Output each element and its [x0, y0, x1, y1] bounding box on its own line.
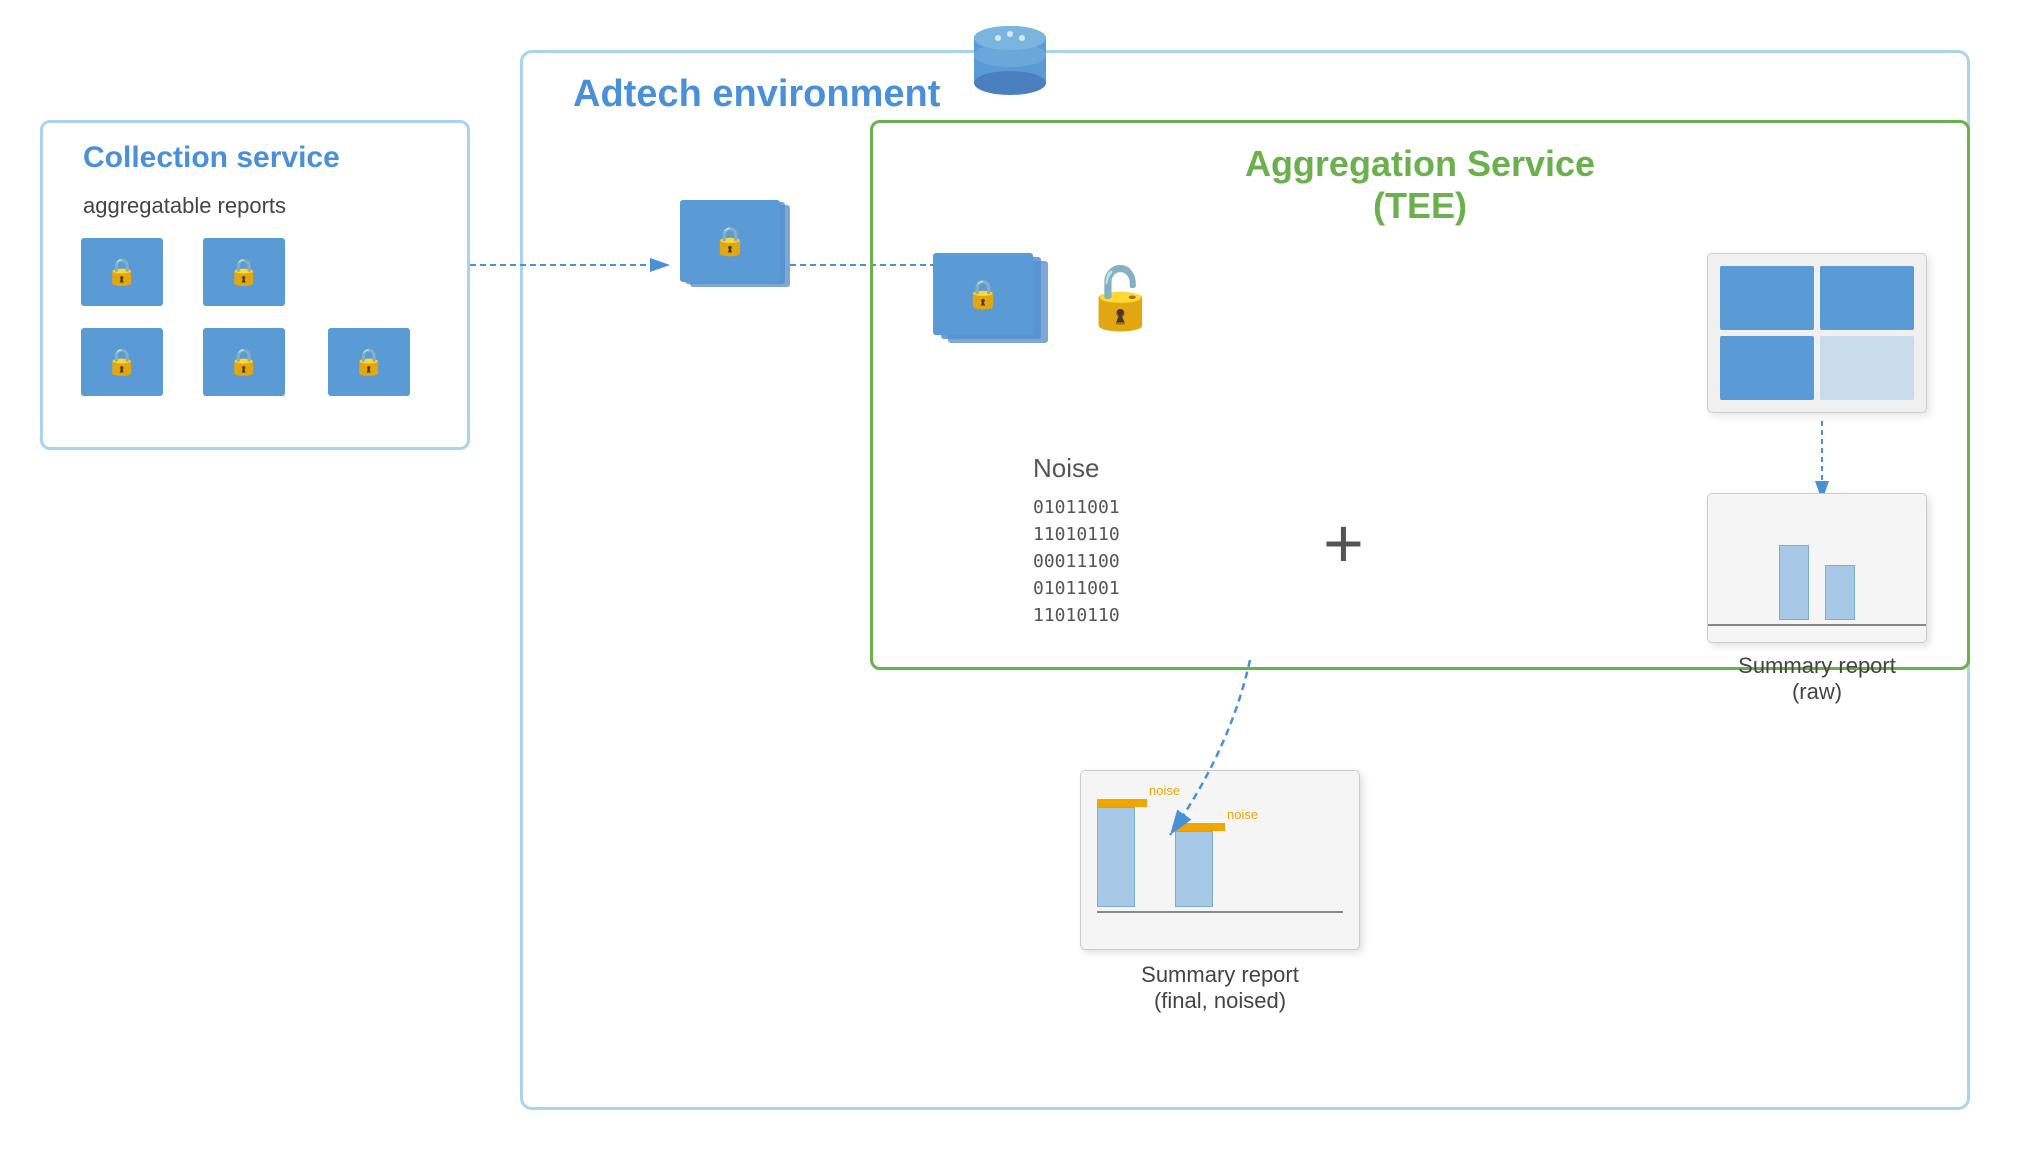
arrow-collection-to-batch — [470, 240, 690, 290]
noise-binary: 01011001 11010110 00011100 01011001 1101… — [1033, 494, 1120, 629]
plus-sign: + — [1323, 503, 1364, 583]
report-doc-1: 🔒 — [81, 238, 163, 306]
aggregation-service-box: Aggregation Service (TEE) 🔒 🔓 — [870, 120, 1970, 670]
summary-report-raw-card — [1707, 493, 1927, 643]
report-doc-2: 🔒 — [203, 238, 285, 306]
adtech-environment-label: Adtech environment — [573, 73, 940, 116]
collection-service-box: Collection service aggregatable reports … — [40, 120, 470, 450]
report-doc-5: 🔒 — [328, 328, 410, 396]
aggregatable-reports-label: aggregatable reports — [83, 193, 286, 219]
summary-raw-label: Summary report (raw) — [1677, 653, 1957, 705]
decoded-report-grid — [1707, 253, 1927, 413]
aggregation-service-label: Aggregation Service (TEE) — [1245, 143, 1595, 227]
summary-final-label: Summary report (final, noised) — [1080, 962, 1360, 1014]
arrow-to-final-summary — [1050, 650, 1350, 850]
report-doc-4: 🔒 — [203, 328, 285, 396]
unlocked-padlock: 🔓 — [1083, 263, 1158, 334]
report-doc-3: 🔒 — [81, 328, 163, 396]
collection-service-label: Collection service — [83, 141, 340, 175]
database-icon — [970, 20, 1050, 115]
arrow-grid-to-summary — [1807, 421, 1837, 501]
noise-section: Noise 01011001 11010110 00011100 0101100… — [1033, 453, 1120, 629]
